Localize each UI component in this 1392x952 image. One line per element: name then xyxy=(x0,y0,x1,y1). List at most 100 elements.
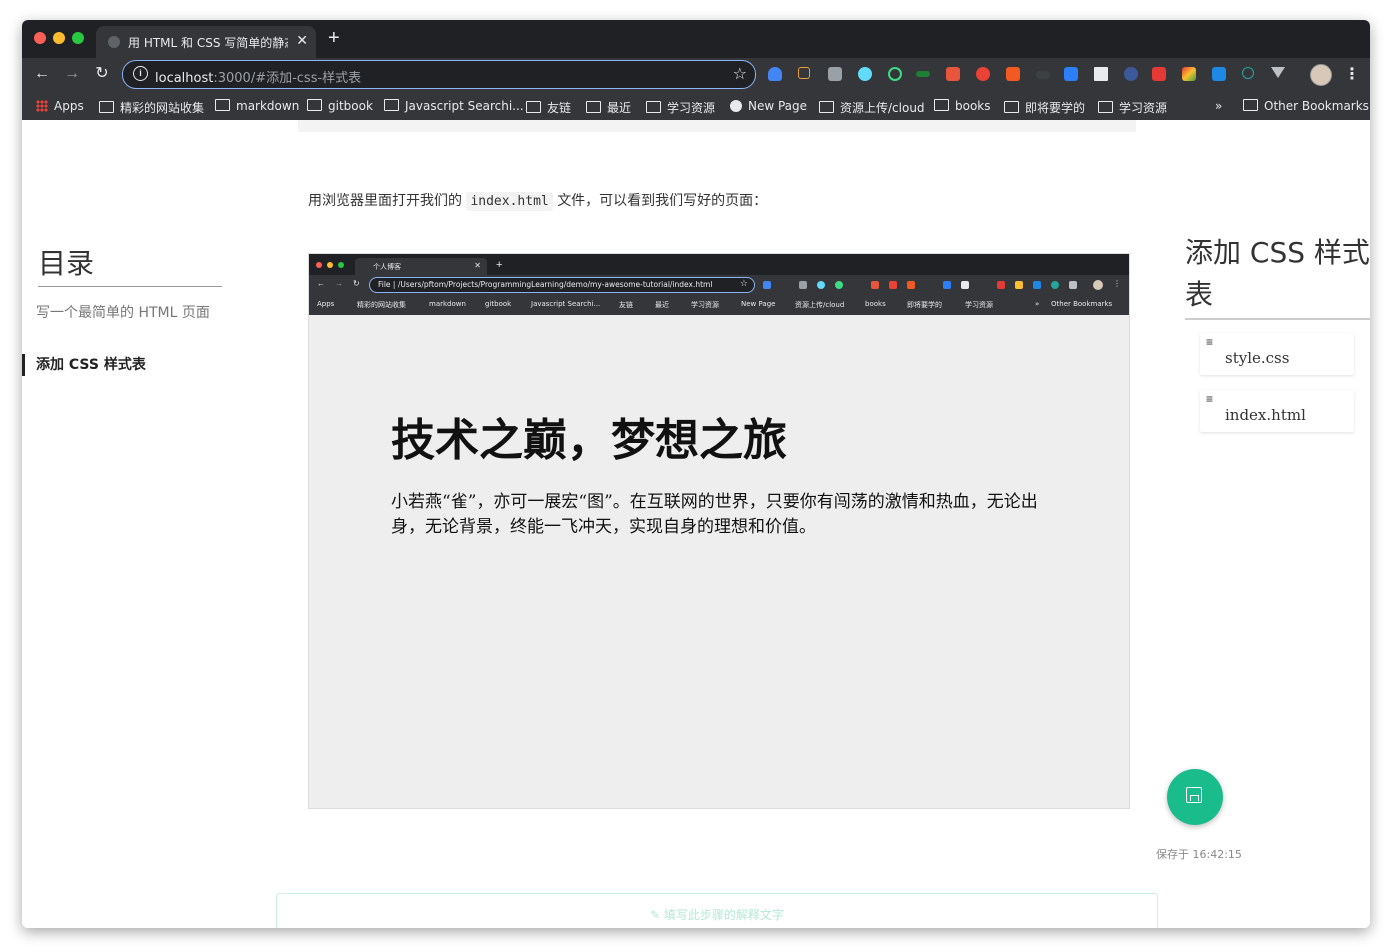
bookmark-folder[interactable]: 即将要学的 xyxy=(1004,99,1085,116)
close-window-button[interactable] xyxy=(34,32,46,44)
extension-icon[interactable] xyxy=(976,67,990,81)
profile-avatar[interactable] xyxy=(1310,64,1332,86)
reload-icon[interactable]: ↻ xyxy=(92,64,112,84)
tab-close-icon[interactable]: ✕ xyxy=(296,32,308,49)
react-devtools-icon[interactable] xyxy=(858,67,872,81)
bookmark-new-page[interactable]: New Page xyxy=(730,99,807,113)
shot-extension-icon xyxy=(1033,281,1041,289)
address-bar[interactable]: i localhost:3000/#添加-css-样式表 ☆ xyxy=(122,60,756,89)
github-icon xyxy=(730,100,742,112)
folder-icon xyxy=(934,99,949,111)
shot-extension-icon xyxy=(871,281,879,289)
tab-title: 用 HTML 和 CSS 写简单的静态 xyxy=(128,36,288,50)
extension-icon[interactable] xyxy=(1182,67,1196,81)
bookmark-folder[interactable]: 资源上传/cloud xyxy=(819,99,925,116)
extension-icon[interactable] xyxy=(1036,71,1050,79)
new-tab-button[interactable]: + xyxy=(328,28,340,48)
bookmark-folder[interactable]: 精彩的网站收集 xyxy=(99,99,204,116)
info-icon[interactable]: i xyxy=(133,66,148,81)
active-tab[interactable]: 用 HTML 和 CSS 写简单的静态 ✕ xyxy=(96,26,316,58)
bookmarks-bar: Apps 精彩的网站收集 markdown gitbook Javascript… xyxy=(22,92,1370,121)
extension-icon[interactable] xyxy=(1006,67,1020,81)
file-card-index-html[interactable]: ≡ index.html xyxy=(1200,390,1354,432)
folder-icon xyxy=(384,99,399,111)
extension-icon[interactable] xyxy=(1124,67,1138,81)
toc-item-css-stylesheet[interactable]: 添加 CSS 样式表 xyxy=(22,354,216,376)
file-name: index.html xyxy=(1225,406,1306,424)
bookmark-folder[interactable]: gitbook xyxy=(307,99,373,113)
extension-icon[interactable] xyxy=(946,67,960,81)
maximize-window-button[interactable] xyxy=(72,32,84,44)
browser-toolbar: ← → ↻ i localhost:3000/#添加-css-样式表 ☆ ⋮ xyxy=(22,58,1370,92)
file-icon: ≡ xyxy=(1206,392,1214,406)
save-button[interactable] xyxy=(1167,769,1223,825)
folder-icon xyxy=(1004,101,1019,113)
shot-address-bar: File | /Users/pftom/Projects/Programming… xyxy=(369,277,755,293)
shot-extension-icon xyxy=(799,281,807,289)
globe-icon xyxy=(108,36,120,48)
shot-bookmark: 资源上传/cloud xyxy=(795,301,845,309)
bookmarks-overflow-button[interactable]: » xyxy=(1215,99,1222,113)
shot-extension-icon xyxy=(961,281,969,289)
step-explanation-input[interactable]: ✎ 填写此步骤的解释文字 xyxy=(276,893,1158,928)
toc-item-html-page[interactable]: 写一个最简单的 HTML 页面 xyxy=(36,302,216,324)
bookmark-folder[interactable]: 友链 xyxy=(526,99,571,116)
shot-menu-icon: ⋮ xyxy=(1113,279,1121,288)
folder-icon xyxy=(526,101,541,113)
shot-bookmark: 即将要学的 xyxy=(907,301,942,309)
extension-icon[interactable] xyxy=(828,67,842,81)
shot-bookmark: 学习资源 xyxy=(691,301,719,309)
bookmark-folder[interactable]: 学习资源 xyxy=(1098,99,1167,116)
shot-avatar xyxy=(1093,280,1103,290)
shot-bookmark: 学习资源 xyxy=(965,301,993,309)
folder-icon xyxy=(819,101,834,113)
shot-bookmark: 精彩的网站收集 xyxy=(357,301,406,309)
browser-menu-icon[interactable]: ⋮ xyxy=(1344,64,1360,84)
extension-icon[interactable] xyxy=(888,67,902,81)
extension-icon[interactable] xyxy=(916,71,930,77)
apps-grid-icon xyxy=(36,100,48,112)
shot-extension-icon xyxy=(763,281,771,289)
shot-tab-strip: 个人博客 ✕ + xyxy=(309,254,1129,275)
bookmark-star-icon[interactable]: ☆ xyxy=(733,64,747,84)
shot-heading: 技术之巅，梦想之旅 xyxy=(391,415,787,466)
shot-bookmarks-bar: Apps 精彩的网站收集 markdown gitbook Javascript… xyxy=(309,295,1129,315)
shot-back-icon: ← xyxy=(317,279,325,288)
tab-strip: 用 HTML 和 CSS 写简单的静态 ✕ + xyxy=(22,20,1370,58)
shot-bookmark: gitbook xyxy=(485,300,512,308)
url-text[interactable]: localhost:3000/#添加-css-样式表 xyxy=(155,67,361,86)
extension-icon[interactable] xyxy=(1242,67,1254,79)
vue-devtools-icon[interactable] xyxy=(1271,67,1285,78)
bookmark-other[interactable]: Other Bookmarks xyxy=(1243,99,1369,113)
folder-icon xyxy=(1098,101,1113,113)
extension-icon[interactable] xyxy=(1094,67,1108,81)
toc-title: 目录 xyxy=(38,242,222,287)
shot-star-icon: ☆ xyxy=(739,278,748,288)
minimize-window-button[interactable] xyxy=(53,32,65,44)
forward-arrow-icon[interactable]: → xyxy=(62,64,82,84)
bookmark-folder[interactable]: 学习资源 xyxy=(646,99,715,116)
extension-icon[interactable] xyxy=(1064,67,1078,81)
shot-extension-icon xyxy=(1051,281,1059,289)
bookmark-folder[interactable]: 最近 xyxy=(586,99,631,116)
shot-tab-close-icon: ✕ xyxy=(474,261,481,270)
bookmark-folder[interactable]: markdown xyxy=(215,99,299,113)
shot-bookmark: 最近 xyxy=(655,301,669,309)
extension-icon[interactable] xyxy=(768,67,782,81)
bookmark-apps[interactable]: Apps xyxy=(36,99,84,113)
shot-extension-icon xyxy=(907,281,915,289)
extension-icon[interactable] xyxy=(798,67,810,79)
file-card-style-css[interactable]: ≡ style.css xyxy=(1200,333,1354,375)
shot-bookmark: markdown xyxy=(429,300,466,308)
folder-icon xyxy=(215,99,230,111)
shot-bookmark: Other Bookmarks xyxy=(1051,300,1113,308)
extension-icon[interactable] xyxy=(1212,67,1226,81)
bookmark-folder[interactable]: books xyxy=(934,99,991,113)
extension-icon[interactable] xyxy=(1152,67,1166,81)
shot-extension-icon xyxy=(835,281,843,289)
folder-icon xyxy=(646,101,661,113)
back-arrow-icon[interactable]: ← xyxy=(32,64,52,84)
folder-icon xyxy=(99,101,114,113)
save-disk-icon xyxy=(1186,787,1202,803)
bookmark-folder[interactable]: Javascript Searchi... xyxy=(384,99,524,113)
